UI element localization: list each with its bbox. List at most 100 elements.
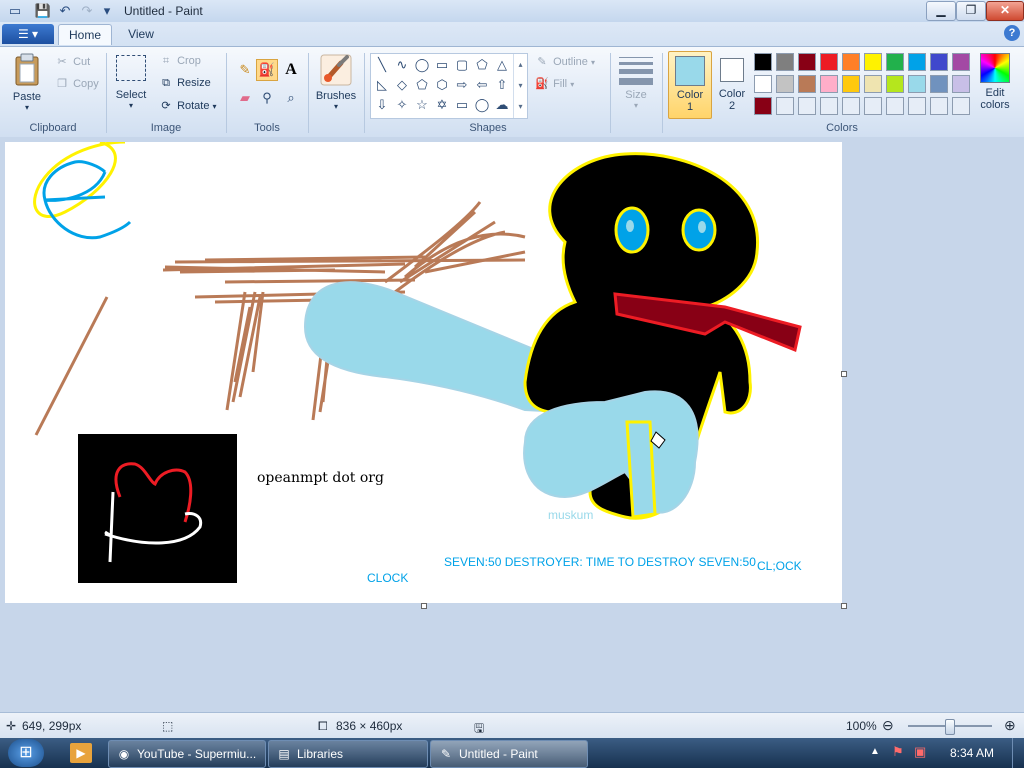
taskbar-item-libraries[interactable]: ▤ Libraries [268, 740, 428, 768]
palette-swatch[interactable] [842, 53, 860, 71]
left-arrow-shape-icon[interactable]: ⇦ [473, 76, 491, 94]
hexagon-shape-icon[interactable]: ⬡ [433, 76, 451, 94]
save-icon[interactable]: 💾 [34, 2, 52, 20]
palette-swatch[interactable] [754, 53, 772, 71]
cut-button[interactable]: ✂ Cut [54, 55, 90, 68]
size-button[interactable]: Size ▾ [616, 53, 656, 110]
palette-swatch[interactable] [886, 53, 904, 71]
callout-rect-shape-icon[interactable]: ▭ [453, 96, 471, 114]
palette-swatch[interactable] [842, 97, 860, 115]
color-picker-icon[interactable]: ⚲ [256, 87, 278, 109]
palette-swatch[interactable] [908, 75, 926, 93]
color2-button[interactable]: Color 2 [712, 51, 752, 117]
app-menu-button[interactable]: ☰ ▾ [2, 24, 54, 44]
drawing-canvas[interactable]: opeanmpt dot org muskum SEVEN:50 DESTROY… [5, 142, 842, 603]
palette-swatch[interactable] [864, 97, 882, 115]
canvas-resize-handle-bottom[interactable] [421, 603, 427, 609]
undo-icon[interactable]: ↶ [56, 2, 74, 20]
help-icon[interactable]: ? [1004, 25, 1020, 41]
magnifier-icon[interactable]: ⌕ [280, 87, 302, 109]
palette-swatch[interactable] [908, 97, 926, 115]
right-triangle-shape-icon[interactable]: ◺ [373, 76, 391, 94]
polygon-shape-icon[interactable]: ⬠ [473, 56, 491, 74]
start-button[interactable]: ⊞ [8, 739, 44, 767]
action-center-icon[interactable]: ⚑ [892, 744, 904, 760]
diamond-shape-icon[interactable]: ◇ [393, 76, 411, 94]
rotate-button[interactable]: ⟳ Rotate ▾ [158, 99, 216, 112]
quick-access-dropdown-icon[interactable]: ▾ [98, 2, 116, 20]
line-shape-icon[interactable]: ╲ [373, 56, 391, 74]
palette-swatch[interactable] [864, 53, 882, 71]
palette-swatch[interactable] [930, 75, 948, 93]
edit-colors-button[interactable]: Edit colors [976, 53, 1014, 111]
palette-swatch[interactable] [908, 53, 926, 71]
tray-expand-icon[interactable]: ▲ [870, 746, 880, 757]
right-arrow-shape-icon[interactable]: ⇨ [453, 76, 471, 94]
palette-swatch[interactable] [776, 53, 794, 71]
palette-swatch[interactable] [754, 97, 772, 115]
zoom-slider-thumb[interactable] [945, 719, 955, 735]
callout-cloud-shape-icon[interactable]: ☁ [493, 96, 511, 114]
redo-icon[interactable]: ↷ [78, 2, 96, 20]
palette-swatch[interactable] [952, 53, 970, 71]
palette-swatch[interactable] [820, 75, 838, 93]
palette-swatch[interactable] [754, 75, 772, 93]
crop-button[interactable]: ⌗ Crop [158, 55, 201, 68]
close-button[interactable]: ✕ [986, 1, 1024, 21]
eraser-icon[interactable]: ▰ [234, 87, 256, 109]
select-button[interactable]: Select ▾ [114, 55, 148, 110]
down-arrow-shape-icon[interactable]: ⇩ [373, 96, 391, 114]
zoom-in-button[interactable]: ⊕ [1004, 717, 1016, 734]
palette-swatch[interactable] [842, 75, 860, 93]
system-clock[interactable]: 8:34 AM [950, 746, 994, 760]
minimize-button[interactable]: ▁ [926, 1, 956, 21]
palette-swatch[interactable] [930, 97, 948, 115]
text-tool-icon[interactable]: A [280, 59, 302, 81]
taskbar-item-youtube[interactable]: ◉ YouTube - Supermiu... [108, 740, 266, 768]
canvas-resize-handle-right[interactable] [841, 371, 847, 377]
five-point-star-shape-icon[interactable]: ☆ [413, 96, 431, 114]
taskbar-item-paint[interactable]: ✎ Untitled - Paint [430, 740, 588, 768]
palette-swatch[interactable] [776, 75, 794, 93]
show-desktop-button[interactable] [1012, 738, 1024, 768]
tab-home[interactable]: Home [58, 24, 112, 45]
triangle-shape-icon[interactable]: △ [493, 56, 511, 74]
curve-shape-icon[interactable]: ∿ [393, 56, 411, 74]
palette-swatch[interactable] [798, 53, 816, 71]
media-player-icon[interactable]: ▶ [70, 743, 92, 763]
pencil-icon[interactable]: ✎ [234, 59, 256, 81]
shapes-gallery[interactable]: ╲ ∿ ◯ ▭ ▢ ⬠ △ ◺ ◇ ⬠ ⬡ ⇨ ⇦ ⇧ ⇩ ✧ ☆ ✡ ▭ ◯ … [370, 53, 528, 119]
zoom-slider-track[interactable] [908, 719, 992, 735]
outline-button[interactable]: ✎ Outline ▾ [534, 55, 595, 68]
fill-button[interactable]: ⛽ Fill ▾ [534, 77, 574, 90]
palette-swatch[interactable] [776, 97, 794, 115]
oval-shape-icon[interactable]: ◯ [413, 56, 431, 74]
four-point-star-shape-icon[interactable]: ✧ [393, 96, 411, 114]
paste-button[interactable]: Paste ▾ [10, 53, 44, 112]
paint-app-icon[interactable]: ▭ [6, 2, 24, 20]
rectangle-shape-icon[interactable]: ▭ [433, 56, 451, 74]
tab-view[interactable]: View [118, 24, 164, 44]
callout-oval-shape-icon[interactable]: ◯ [473, 96, 491, 114]
network-icon[interactable]: ▣ [914, 744, 926, 760]
palette-swatch[interactable] [886, 75, 904, 93]
palette-swatch[interactable] [952, 75, 970, 93]
palette-swatch[interactable] [820, 53, 838, 71]
color1-button[interactable]: Color 1 [668, 51, 712, 119]
rounded-rectangle-shape-icon[interactable]: ▢ [453, 56, 471, 74]
palette-swatch[interactable] [798, 75, 816, 93]
palette-swatch[interactable] [798, 97, 816, 115]
up-arrow-shape-icon[interactable]: ⇧ [493, 76, 511, 94]
resize-button[interactable]: ⧉ Resize [158, 77, 211, 90]
zoom-out-button[interactable]: ⊖ [882, 717, 894, 734]
palette-swatch[interactable] [820, 97, 838, 115]
palette-swatch[interactable] [864, 75, 882, 93]
shapes-scroll[interactable]: ▴ ▾ ▾ [513, 54, 527, 118]
palette-swatch[interactable] [952, 97, 970, 115]
canvas-resize-handle-corner[interactable] [841, 603, 847, 609]
palette-swatch[interactable] [886, 97, 904, 115]
pentagon-shape-icon[interactable]: ⬠ [413, 76, 431, 94]
brushes-button[interactable]: Brushes ▾ [314, 53, 358, 111]
palette-swatch[interactable] [930, 53, 948, 71]
six-point-star-shape-icon[interactable]: ✡ [433, 96, 451, 114]
